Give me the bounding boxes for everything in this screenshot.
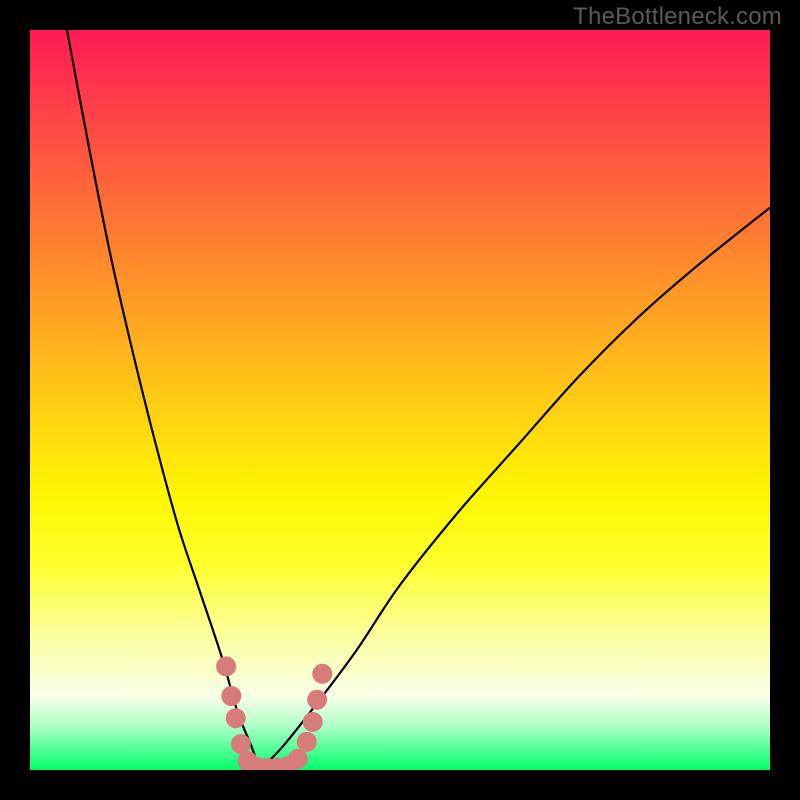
marker-dot: [221, 686, 241, 706]
marker-dot: [226, 708, 246, 728]
marker-dot: [216, 656, 236, 676]
marker-dot: [297, 732, 317, 752]
right-branch-path: [259, 208, 770, 770]
plot-area: [30, 30, 770, 770]
marker-dot: [307, 690, 327, 710]
curve-layer: [30, 30, 770, 770]
marker-dot: [312, 664, 332, 684]
marker-dot: [231, 734, 251, 754]
marker-dot: [303, 712, 323, 732]
watermark-text: TheBottleneck.com: [573, 3, 782, 31]
bottom-markers: [216, 656, 332, 770]
marker-dot: [288, 749, 308, 769]
